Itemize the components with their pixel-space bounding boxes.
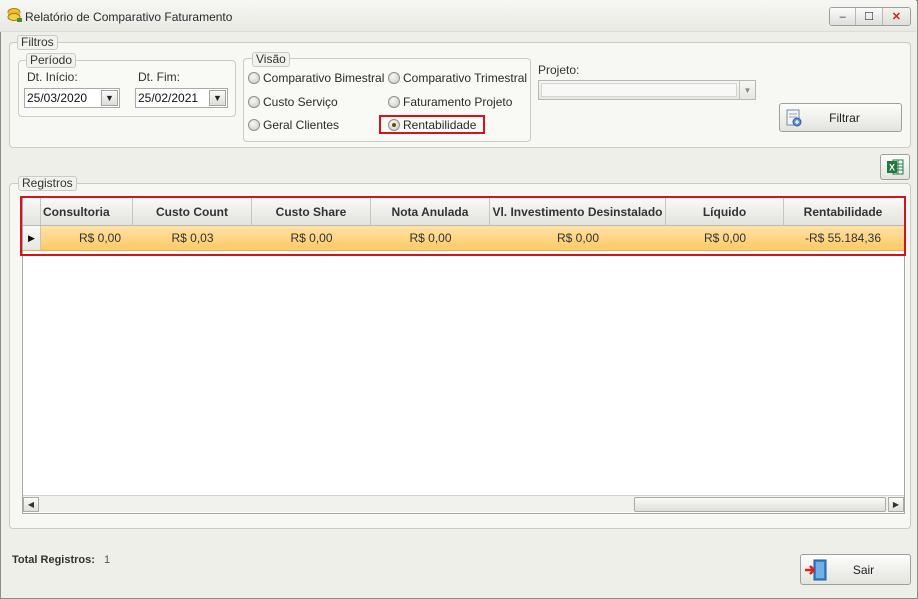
periodo-legend: Período: [26, 53, 77, 68]
sair-button[interactable]: Sair: [800, 554, 911, 585]
scroll-left-icon[interactable]: ◀: [23, 496, 39, 512]
chevron-down-icon[interactable]: ▼: [101, 90, 118, 106]
scroll-thumb[interactable]: [634, 496, 886, 512]
scroll-track[interactable]: [39, 496, 888, 512]
dt-inicio-picker[interactable]: 25/03/2020 ▼: [24, 88, 120, 108]
maximize-button[interactable]: ☐: [856, 8, 883, 25]
dt-fim-value: 25/02/2021: [138, 91, 199, 105]
window-title: Relatório de Comparativo Faturamento: [25, 10, 233, 24]
radio-dot[interactable]: [388, 96, 400, 108]
total-registros-value: 1: [104, 554, 111, 566]
projeto-combobox[interactable]: ▼: [538, 80, 756, 100]
excel-export-button[interactable]: X: [880, 154, 910, 180]
svg-text:X: X: [889, 163, 895, 173]
dt-inicio-value: 25/03/2020: [27, 91, 88, 105]
total-registros-label: Total Registros:: [12, 554, 95, 566]
chevron-down-icon[interactable]: ▼: [209, 90, 226, 106]
radio-faturamento-projeto[interactable]: Faturamento Projeto: [388, 95, 512, 109]
radio-dot[interactable]: [248, 96, 260, 108]
radio-comparativo-trimestral[interactable]: Comparativo Trimestral: [388, 71, 527, 85]
radio-label: Faturamento Projeto: [403, 95, 513, 109]
filtrar-button[interactable]: Filtrar: [779, 103, 902, 132]
radio-label: Comparativo Bimestral: [263, 71, 385, 85]
radio-rentabilidade[interactable]: Rentabilidade: [388, 118, 476, 132]
radio-custo-servico[interactable]: Custo Serviço: [248, 95, 338, 109]
radio-label: Rentabilidade: [403, 118, 477, 132]
visao-legend: Visão: [252, 52, 290, 67]
registros-legend: Registros: [18, 176, 77, 191]
excel-export-icon: X: [887, 159, 904, 175]
projeto-value: [541, 83, 737, 97]
filtros-legend: Filtros: [17, 35, 58, 50]
app-coins-icon: [7, 7, 23, 23]
radio-geral-clientes[interactable]: Geral Clientes: [248, 118, 339, 132]
window-controls: – ☐ ✕: [829, 7, 911, 26]
radio-dot[interactable]: [248, 119, 260, 131]
radio-comparativo-bimestral[interactable]: Comparativo Bimestral: [248, 71, 384, 85]
filtrar-label: Filtrar: [829, 110, 860, 125]
sair-label: Sair: [852, 562, 875, 577]
dt-fim-picker[interactable]: 25/02/2021 ▼: [135, 88, 228, 108]
radio-dot[interactable]: [248, 72, 260, 84]
radio-dot-selected[interactable]: [388, 119, 400, 131]
dt-inicio-label: Dt. Início:: [27, 70, 78, 84]
chevron-down-icon[interactable]: ▼: [739, 81, 755, 99]
close-button[interactable]: ✕: [882, 8, 910, 25]
minimize-button[interactable]: –: [830, 8, 857, 25]
grid-highlight: [20, 196, 906, 256]
radio-label: Geral Clientes: [263, 118, 340, 132]
projeto-label: Projeto:: [538, 63, 580, 77]
scroll-right-icon[interactable]: ▶: [888, 496, 904, 512]
radio-dot[interactable]: [388, 72, 400, 84]
horizontal-scrollbar[interactable]: ◀ ▶: [23, 495, 904, 512]
radio-label: Comparativo Trimestral: [403, 71, 528, 85]
filter-document-icon: [784, 108, 808, 128]
exit-door-icon: [803, 557, 831, 583]
radio-label: Custo Serviço: [263, 95, 338, 109]
dt-fim-label: Dt. Fim:: [138, 70, 180, 84]
